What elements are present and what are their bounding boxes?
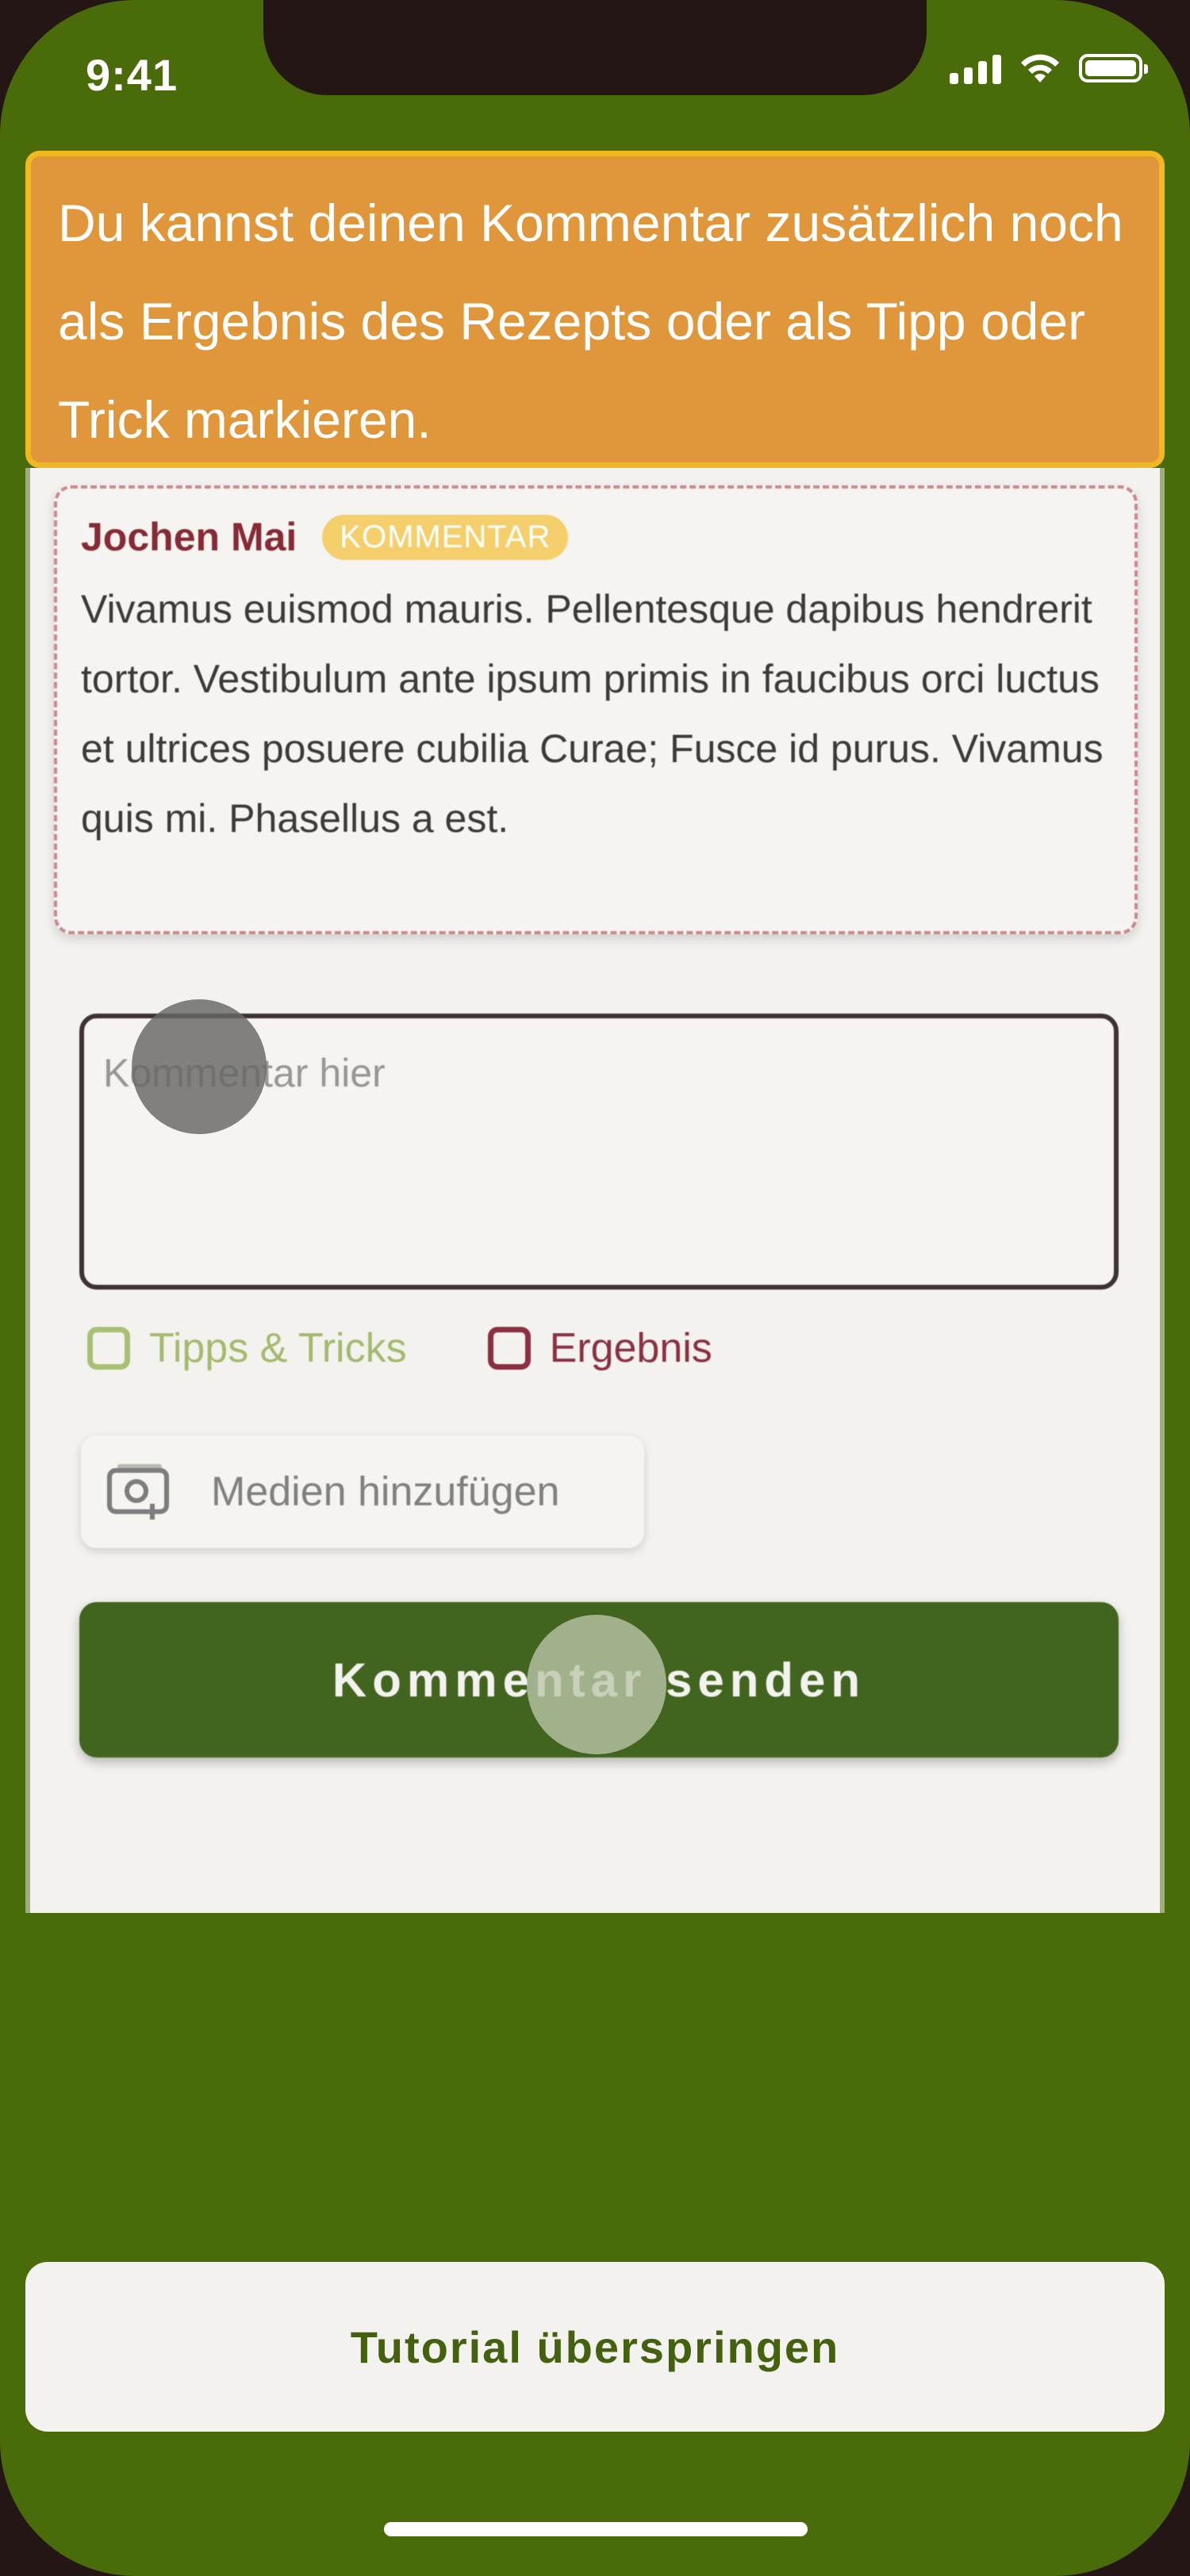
comment-author: Jochen Mai <box>81 515 298 559</box>
tutorial-hint-banner: Du kannst deinen Kommentar zusätzlich no… <box>25 151 1165 468</box>
add-media-label: Medien hinzufügen <box>211 1469 560 1515</box>
add-photo-icon <box>107 1464 169 1520</box>
comment-header: Jochen Mai KOMMENTAR <box>81 514 1111 560</box>
touch-indicator <box>527 1615 666 1754</box>
battery-icon <box>1079 54 1148 82</box>
comment-card: Jochen Mai KOMMENTAR Vivamus euismod mau… <box>54 485 1138 934</box>
touch-indicator <box>132 999 267 1134</box>
phone-screen: 9:41 Du kannst deinen Kommentar zusätzli… <box>0 0 1190 2576</box>
add-media-button[interactable]: Medien hinzufügen <box>81 1436 644 1548</box>
comment-body: Vivamus euismod mauris. Pellentesque dap… <box>81 587 1104 841</box>
card-border-right <box>1160 468 1165 1913</box>
result-checkbox-label: Ergebnis <box>549 1325 712 1371</box>
tips-tricks-checkbox[interactable]: Tipps & Tricks <box>87 1324 407 1372</box>
home-indicator[interactable] <box>384 2522 808 2536</box>
tips-checkbox-label: Tipps & Tricks <box>149 1325 407 1371</box>
result-checkbox[interactable]: Ergebnis <box>487 1324 712 1372</box>
card-border-left <box>25 468 30 1913</box>
comment-markers: Tipps & Tricks Ergebnis <box>87 1324 712 1372</box>
cellular-signal-icon <box>950 52 1001 84</box>
comment-type-badge: KOMMENTAR <box>322 514 569 560</box>
wifi-icon <box>1021 54 1059 82</box>
result-checkbox-box[interactable] <box>487 1327 531 1370</box>
status-icons <box>950 52 1148 84</box>
status-time: 9:41 <box>86 50 178 100</box>
skip-tutorial-button[interactable]: Tutorial überspringen <box>25 2262 1165 2432</box>
tips-checkbox-box[interactable] <box>87 1327 130 1370</box>
device-notch <box>263 0 927 95</box>
